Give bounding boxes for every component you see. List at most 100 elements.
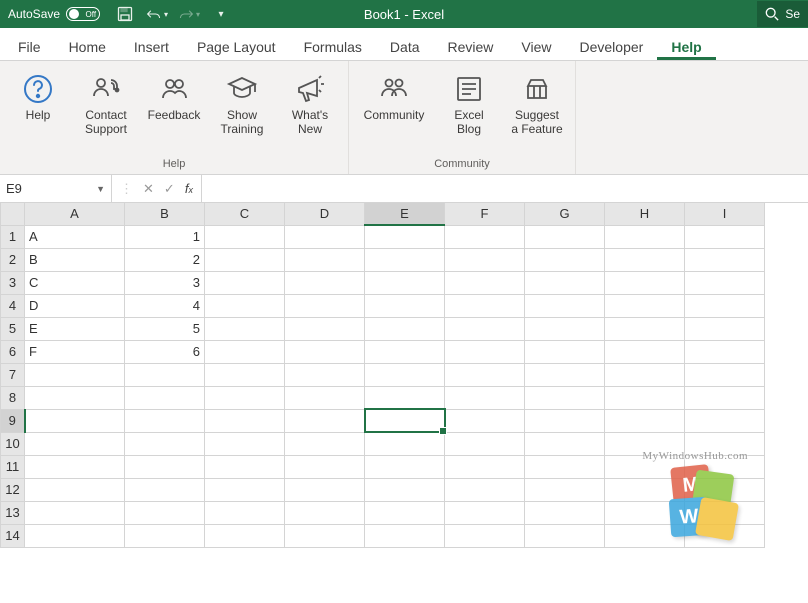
tab-data[interactable]: Data bbox=[376, 33, 434, 60]
spreadsheet-grid[interactable]: ABCDEFGHI1A12B23C34D45E56F67891011121314 bbox=[0, 203, 808, 548]
cell-G9[interactable] bbox=[525, 409, 605, 432]
row-header-3[interactable]: 3 bbox=[1, 271, 25, 294]
row-header-11[interactable]: 11 bbox=[1, 455, 25, 478]
cell-I4[interactable] bbox=[685, 294, 765, 317]
cell-D2[interactable] bbox=[285, 248, 365, 271]
cell-B13[interactable] bbox=[125, 501, 205, 524]
cell-E6[interactable] bbox=[365, 340, 445, 363]
cell-B3[interactable]: 3 bbox=[125, 271, 205, 294]
cell-I13[interactable] bbox=[685, 501, 765, 524]
column-header-A[interactable]: A bbox=[25, 203, 125, 225]
cell-A7[interactable] bbox=[25, 363, 125, 386]
cell-I11[interactable] bbox=[685, 455, 765, 478]
enter-icon[interactable]: ✓ bbox=[164, 181, 175, 197]
cell-F11[interactable] bbox=[445, 455, 525, 478]
cell-F7[interactable] bbox=[445, 363, 525, 386]
tab-page-layout[interactable]: Page Layout bbox=[183, 33, 290, 60]
cell-G14[interactable] bbox=[525, 524, 605, 547]
excel-blog-button[interactable]: ExcelBlog bbox=[437, 65, 501, 156]
cell-D1[interactable] bbox=[285, 225, 365, 248]
cell-A5[interactable]: E bbox=[25, 317, 125, 340]
cell-D12[interactable] bbox=[285, 478, 365, 501]
cell-H8[interactable] bbox=[605, 386, 685, 409]
cell-A3[interactable]: C bbox=[25, 271, 125, 294]
contact-support-button[interactable]: ContactSupport bbox=[74, 65, 138, 156]
cell-C1[interactable] bbox=[205, 225, 285, 248]
cell-B8[interactable] bbox=[125, 386, 205, 409]
column-header-B[interactable]: B bbox=[125, 203, 205, 225]
tab-insert[interactable]: Insert bbox=[120, 33, 183, 60]
expand-icon[interactable]: ⋮ bbox=[120, 181, 133, 197]
chevron-down-icon[interactable]: ▼ bbox=[96, 184, 105, 194]
cell-H13[interactable] bbox=[605, 501, 685, 524]
cell-E5[interactable] bbox=[365, 317, 445, 340]
cell-E10[interactable] bbox=[365, 432, 445, 455]
row-header-5[interactable]: 5 bbox=[1, 317, 25, 340]
tab-view[interactable]: View bbox=[507, 33, 565, 60]
cell-H9[interactable] bbox=[605, 409, 685, 432]
cell-D7[interactable] bbox=[285, 363, 365, 386]
cell-I8[interactable] bbox=[685, 386, 765, 409]
cell-E12[interactable] bbox=[365, 478, 445, 501]
cell-I12[interactable] bbox=[685, 478, 765, 501]
cell-A4[interactable]: D bbox=[25, 294, 125, 317]
column-header-H[interactable]: H bbox=[605, 203, 685, 225]
cell-G3[interactable] bbox=[525, 271, 605, 294]
tab-developer[interactable]: Developer bbox=[566, 33, 658, 60]
cell-B2[interactable]: 2 bbox=[125, 248, 205, 271]
cell-C9[interactable] bbox=[205, 409, 285, 432]
cell-I10[interactable] bbox=[685, 432, 765, 455]
formula-input[interactable] bbox=[202, 175, 808, 202]
cell-B14[interactable] bbox=[125, 524, 205, 547]
cell-H6[interactable] bbox=[605, 340, 685, 363]
cell-D14[interactable] bbox=[285, 524, 365, 547]
autosave-switch[interactable]: Off bbox=[66, 7, 100, 21]
cell-E13[interactable] bbox=[365, 501, 445, 524]
cell-D9[interactable] bbox=[285, 409, 365, 432]
cell-H4[interactable] bbox=[605, 294, 685, 317]
cell-E9[interactable] bbox=[365, 409, 445, 432]
row-header-14[interactable]: 14 bbox=[1, 524, 25, 547]
redo-button[interactable]: ▾ bbox=[178, 3, 200, 25]
name-box[interactable]: E9 ▼ bbox=[0, 175, 112, 202]
feedback-button[interactable]: Feedback bbox=[142, 65, 206, 156]
show-training-button[interactable]: ShowTraining bbox=[210, 65, 274, 156]
cell-A1[interactable]: A bbox=[25, 225, 125, 248]
tab-home[interactable]: Home bbox=[55, 33, 120, 60]
row-header-9[interactable]: 9 bbox=[1, 409, 25, 432]
cell-C10[interactable] bbox=[205, 432, 285, 455]
cell-H5[interactable] bbox=[605, 317, 685, 340]
cell-B1[interactable]: 1 bbox=[125, 225, 205, 248]
suggest-feature-button[interactable]: Suggesta Feature bbox=[505, 65, 569, 156]
row-header-6[interactable]: 6 bbox=[1, 340, 25, 363]
cell-C12[interactable] bbox=[205, 478, 285, 501]
cell-G11[interactable] bbox=[525, 455, 605, 478]
cell-B12[interactable] bbox=[125, 478, 205, 501]
cell-F4[interactable] bbox=[445, 294, 525, 317]
cell-F12[interactable] bbox=[445, 478, 525, 501]
cell-I7[interactable] bbox=[685, 363, 765, 386]
cell-C3[interactable] bbox=[205, 271, 285, 294]
cell-I2[interactable] bbox=[685, 248, 765, 271]
cell-I14[interactable] bbox=[685, 524, 765, 547]
cell-A14[interactable] bbox=[25, 524, 125, 547]
cell-H14[interactable] bbox=[605, 524, 685, 547]
cell-B5[interactable]: 5 bbox=[125, 317, 205, 340]
cell-H11[interactable] bbox=[605, 455, 685, 478]
cell-B6[interactable]: 6 bbox=[125, 340, 205, 363]
cell-C2[interactable] bbox=[205, 248, 285, 271]
cell-D6[interactable] bbox=[285, 340, 365, 363]
cell-F10[interactable] bbox=[445, 432, 525, 455]
cell-E8[interactable] bbox=[365, 386, 445, 409]
cell-D11[interactable] bbox=[285, 455, 365, 478]
cell-F14[interactable] bbox=[445, 524, 525, 547]
cell-E2[interactable] bbox=[365, 248, 445, 271]
cell-B7[interactable] bbox=[125, 363, 205, 386]
cell-E14[interactable] bbox=[365, 524, 445, 547]
row-header-13[interactable]: 13 bbox=[1, 501, 25, 524]
row-header-10[interactable]: 10 bbox=[1, 432, 25, 455]
cell-C6[interactable] bbox=[205, 340, 285, 363]
cell-F1[interactable] bbox=[445, 225, 525, 248]
save-icon[interactable] bbox=[114, 3, 136, 25]
row-header-2[interactable]: 2 bbox=[1, 248, 25, 271]
